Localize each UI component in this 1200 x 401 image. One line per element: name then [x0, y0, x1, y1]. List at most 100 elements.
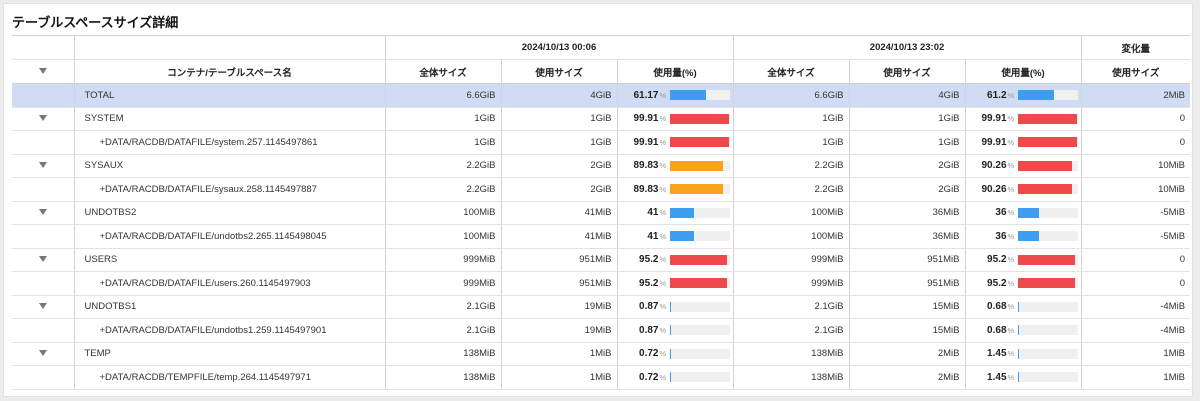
usage-pct-symbol: % [659, 231, 667, 241]
usage-pct-cell: 36% [964, 201, 1082, 225]
toggle-cell[interactable] [12, 342, 74, 366]
toggle-cell[interactable] [12, 107, 74, 131]
col-header-change-used-size[interactable]: 使用サイズ [1080, 59, 1191, 84]
usage-pct-symbol: % [1007, 302, 1015, 312]
usage-pct-display: 61.17% [623, 84, 733, 106]
usage-bar-fill [669, 372, 671, 383]
total-size-start: 2.2GiB [384, 177, 501, 202]
tablespace-row[interactable]: SYSAUX 2.2GiB 2GiB 89.83% 2.2GiB 2GiB 90.26% 10… [12, 154, 1191, 178]
usage-pct-cell: 95.2% [616, 271, 734, 296]
usage-pct-cell: 41% [616, 224, 734, 249]
used-size-end: 36MiB [848, 201, 966, 225]
usage-pct-symbol: % [1007, 255, 1015, 265]
chevron-down-icon[interactable] [38, 350, 47, 357]
usage-pct-cell: 95.2% [964, 248, 1082, 272]
usage-pct-symbol: % [659, 302, 667, 312]
chevron-down-icon[interactable] [38, 115, 47, 122]
usage-pct-value: 95.2 [987, 277, 1007, 289]
usage-pct-cell: 99.91% [616, 107, 734, 131]
group-header-change: 変化量 [1080, 35, 1191, 60]
toggle-cell [12, 365, 74, 390]
col-header-used-size-end[interactable]: 使用サイズ [848, 59, 966, 84]
used-size-end: 1GiB [848, 107, 966, 131]
col-header-usage-pct-end[interactable]: 使用量(%) [964, 59, 1082, 84]
usage-bar [1017, 137, 1078, 148]
usage-bar-fill [669, 325, 671, 336]
used-size-end: 1GiB [848, 130, 966, 155]
toggle-cell[interactable] [12, 295, 74, 319]
usage-bar [1017, 160, 1078, 171]
usage-pct-symbol: % [659, 137, 667, 147]
usage-pct-cell: 95.2% [616, 248, 734, 272]
datafile-row: +DATA/RACDB/TEMPFILE/temp.264.1145497971… [12, 365, 1191, 390]
usage-pct-symbol: % [659, 255, 667, 265]
tablespace-row[interactable]: TEMP 138MiB 1MiB 0.72% 138MiB 2MiB 1.45% 1MiB [12, 342, 1191, 366]
total-size-start: 999MiB [384, 271, 501, 296]
expand-all-toggle[interactable] [12, 59, 74, 84]
usage-pct-cell: 1.45% [964, 342, 1082, 366]
col-header-total-size-end[interactable]: 全体サイズ [732, 59, 850, 84]
total-size-start: 1GiB [384, 107, 501, 131]
tablespace-row[interactable]: UNDOTBS1 2.1GiB 19MiB 0.87% 2.1GiB 15MiB 0.68%… [12, 295, 1191, 319]
usage-bar-fill [1017, 160, 1072, 171]
toggle-cell[interactable] [12, 154, 74, 178]
chevron-down-icon[interactable] [38, 303, 47, 310]
usage-pct-display: 41% [623, 202, 733, 224]
usage-pct-value: 0.87 [639, 324, 659, 336]
group-header-end: 2024/10/13 23:02 [732, 35, 1082, 60]
usage-pct-display: 0.68% [971, 319, 1081, 341]
chevron-down-icon [38, 68, 47, 74]
change-used-size: -5MiB [1080, 201, 1191, 225]
change-used-size: 0 [1080, 271, 1191, 296]
chevron-down-icon[interactable] [38, 162, 47, 169]
used-size-start: 951MiB [500, 271, 617, 296]
usage-pct-value: 99.91 [981, 136, 1007, 148]
usage-bar [1017, 348, 1078, 359]
usage-pct-display: 95.2% [971, 272, 1081, 294]
usage-bar [669, 231, 730, 242]
chevron-down-icon[interactable] [38, 209, 47, 216]
usage-pct-value: 90.26 [981, 160, 1007, 172]
usage-bar-fill [669, 348, 671, 359]
usage-pct-display: 36% [971, 202, 1081, 224]
usage-pct-cell: 61.17% [616, 83, 734, 108]
total-row: TOTAL 6.6GiB 4GiB 61.17% 6.6GiB 4GiB 61.2% 2MiB [12, 83, 1191, 108]
col-header-used-size-start[interactable]: 使用サイズ [500, 59, 617, 84]
usage-bar-fill [669, 301, 671, 312]
chevron-down-icon[interactable] [38, 256, 47, 263]
usage-bar-fill [669, 160, 724, 171]
used-size-start: 1MiB [500, 365, 617, 390]
tablespace-name: SYSAUX [73, 154, 385, 178]
usage-pct-cell: 99.91% [616, 130, 734, 155]
change-used-size: 1MiB [1080, 365, 1191, 390]
total-size-start: 999MiB [384, 248, 501, 272]
tablespace-row[interactable]: SYSTEM 1GiB 1GiB 99.91% 1GiB 1GiB 99.91% 0 [12, 107, 1191, 131]
toggle-cell[interactable] [12, 201, 74, 225]
col-header-usage-pct-start[interactable]: 使用量(%) [616, 59, 734, 84]
usage-pct-display: 0.87% [623, 296, 733, 318]
usage-pct-cell: 99.91% [964, 130, 1082, 155]
tablespace-row[interactable]: USERS 999MiB 951MiB 95.2% 999MiB 951MiB 95.2% 0 [12, 248, 1191, 272]
change-used-size: 2MiB [1080, 83, 1191, 108]
usage-pct-display: 89.83% [623, 178, 733, 200]
tablespace-name: +DATA/RACDB/DATAFILE/undotbs2.265.114549… [73, 224, 385, 249]
toggle-cell[interactable] [12, 248, 74, 272]
usage-pct-value: 41 [647, 230, 659, 242]
tablespace-name: TEMP [73, 342, 385, 366]
usage-pct-value: 1.45 [987, 348, 1007, 360]
used-size-start: 19MiB [500, 295, 617, 319]
usage-pct-display: 0.68% [971, 296, 1081, 318]
usage-bar-fill [1017, 207, 1040, 218]
usage-pct-cell: 89.83% [616, 154, 734, 178]
tablespace-name: +DATA/RACDB/DATAFILE/undotbs1.259.114549… [73, 318, 385, 343]
usage-bar-fill [669, 231, 695, 242]
usage-pct-symbol: % [1007, 349, 1015, 359]
col-header-name[interactable]: コンテナ/テーブルスペース名 [73, 59, 385, 84]
change-used-size: -4MiB [1080, 295, 1191, 319]
used-size-end: 15MiB [848, 318, 966, 343]
usage-bar [669, 207, 730, 218]
col-header-total-size-start[interactable]: 全体サイズ [384, 59, 501, 84]
usage-pct-cell: 0.72% [616, 342, 734, 366]
tablespace-row[interactable]: UNDOTBS2 100MiB 41MiB 41% 100MiB 36MiB 36% -5Mi… [12, 201, 1191, 225]
usage-pct-value: 36 [995, 230, 1007, 242]
